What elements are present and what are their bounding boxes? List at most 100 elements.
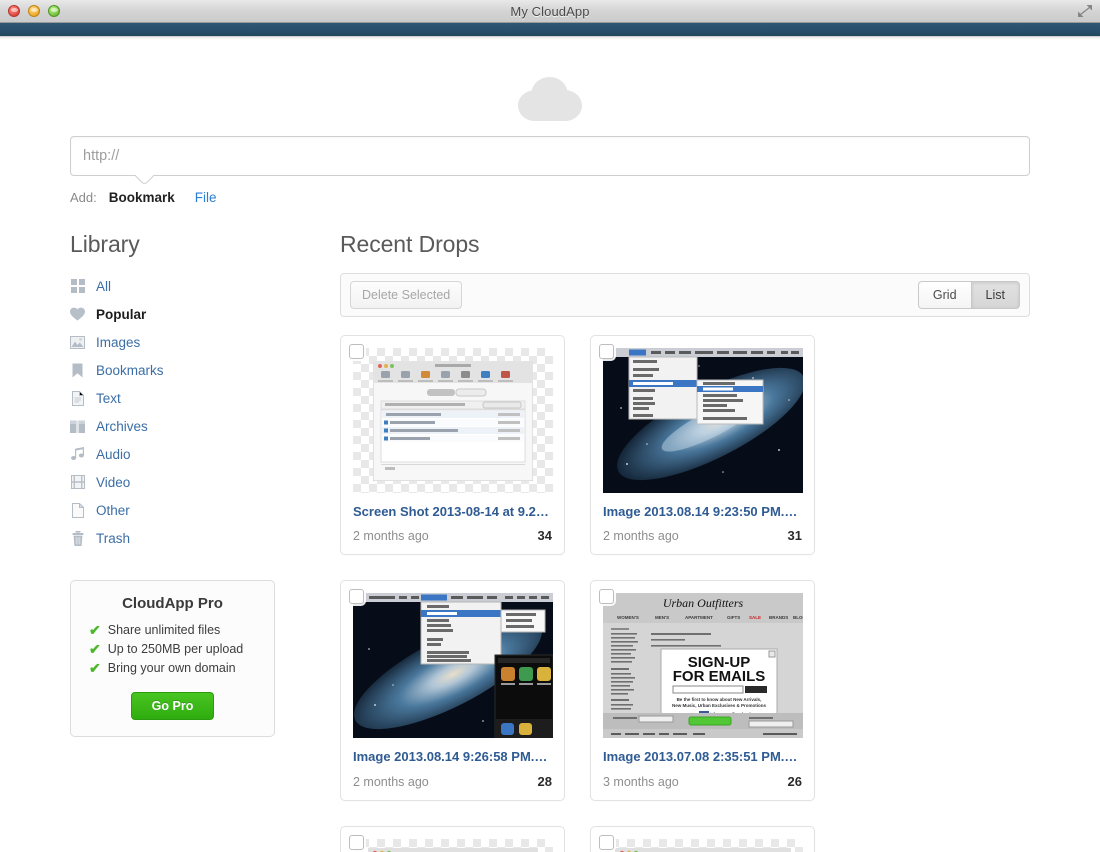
film-icon — [70, 475, 85, 490]
document-icon — [70, 391, 85, 406]
view-mode-toggle: Grid List — [918, 281, 1020, 309]
sidebar-item-other[interactable]: Other — [70, 496, 305, 524]
svg-text:Urban Outfitters: Urban Outfitters — [663, 596, 744, 610]
zoom-button[interactable] — [48, 5, 60, 17]
sidebar-item-label: Trash — [96, 531, 130, 546]
drops-grid: Screen Shot 2013-08-14 at 9.20… 2 months… — [340, 335, 1030, 852]
drop-thumbnail — [353, 348, 553, 493]
add-row: Add: Bookmark File — [0, 176, 1100, 205]
mac-software-update-window-thumb — [373, 361, 533, 481]
drop-card[interactable]: Screen Shot 2013-08-14 at 9.20… 2 months… — [340, 335, 565, 555]
sidebar-item-video[interactable]: Video — [70, 468, 305, 496]
checkmark-icon: ✔ — [89, 623, 101, 637]
pro-feature-label: Share unlimited files — [108, 623, 221, 637]
drop-checkbox[interactable] — [349, 589, 364, 604]
sidebar-heading: Library — [70, 231, 305, 258]
drop-view-count: 31 — [788, 528, 802, 543]
title-bar: My CloudApp — [0, 0, 1100, 23]
drop-title[interactable]: Screen Shot 2013-08-14 at 9.20… — [353, 504, 552, 520]
drop-checkbox[interactable] — [599, 589, 614, 604]
svg-text:FOR EMAILS: FOR EMAILS — [673, 668, 766, 685]
sidebar-item-trash[interactable]: Trash — [70, 524, 305, 552]
drop-title[interactable]: Image 2013.08.14 9:26:58 PM.png — [353, 749, 552, 765]
svg-text:APARTMENT: APARTMENT — [685, 615, 713, 620]
drop-checkbox[interactable] — [599, 835, 614, 850]
fullscreen-resize-icon[interactable] — [1077, 4, 1093, 18]
archive-icon — [70, 419, 85, 434]
pro-feature-label: Up to 250MB per upload — [108, 642, 244, 656]
sidebar-item-label: Video — [96, 475, 130, 490]
cloudapp-pro-box: CloudApp Pro ✔ Share unlimited files ✔ U… — [70, 580, 275, 737]
drop-checkbox[interactable] — [349, 835, 364, 850]
urban-outfitters-signup-modal-thumb: Urban Outfitters WOMEN'SMEN'SAPARTMENT G… — [603, 593, 803, 738]
drop-age: 3 months ago — [603, 775, 679, 789]
sidebar-item-text[interactable]: Text — [70, 384, 305, 412]
drop-thumbnail — [603, 348, 803, 493]
view-mode-list-button[interactable]: List — [971, 281, 1020, 309]
sidebar-item-all[interactable]: All — [70, 272, 305, 300]
drop-card[interactable]: Image 2013.08.14 9:23:50 PM.png 2 months… — [590, 335, 815, 555]
sidebar-item-archives[interactable]: Archives — [70, 412, 305, 440]
url-input[interactable] — [70, 136, 1030, 176]
pro-feature: ✔ Share unlimited files — [83, 623, 262, 637]
trash-icon — [70, 531, 85, 546]
add-bookmark-tab[interactable]: Bookmark — [109, 190, 175, 205]
drop-view-count: 26 — [788, 774, 802, 789]
sidebar-item-label: Archives — [96, 419, 148, 434]
traffic-lights — [8, 5, 60, 17]
add-label: Add: — [70, 190, 97, 205]
drop-view-count: 34 — [538, 528, 552, 543]
window-title: My CloudApp — [0, 4, 1100, 19]
drop-meta: 2 months ago 31 — [603, 528, 802, 543]
heart-icon — [70, 307, 85, 322]
add-file-tab[interactable]: File — [195, 190, 217, 205]
bookmark-icon — [70, 363, 85, 378]
svg-text:New Music, Urban Exclusives &: New Music, Urban Exclusives & Promotions — [672, 703, 767, 708]
drop-age: 2 months ago — [603, 529, 679, 543]
minimize-button[interactable] — [28, 5, 40, 17]
sidebar-item-label: Bookmarks — [96, 363, 164, 378]
sidebar-item-label: All — [96, 279, 111, 294]
drop-card[interactable]: Image 2013.08.14 10:21:48 PM.… 2 months … — [340, 826, 565, 852]
body-columns: Library All Popular — [0, 205, 1100, 852]
drops-toolbar: Delete Selected Grid List — [340, 273, 1030, 317]
android-sdk-manager-thumb — [615, 848, 791, 852]
svg-text:GIFTS: GIFTS — [727, 615, 740, 620]
close-button[interactable] — [8, 5, 20, 17]
cloud-icon — [518, 77, 582, 122]
go-pro-button[interactable]: Go Pro — [131, 692, 215, 720]
drop-title[interactable]: Image 2013.08.14 9:23:50 PM.png — [603, 504, 802, 520]
view-mode-grid-button[interactable]: Grid — [918, 281, 971, 309]
svg-text:MEN'S: MEN'S — [655, 615, 669, 620]
url-row — [0, 136, 1100, 176]
page-title: Recent Drops — [340, 231, 1030, 258]
svg-text:BLOG: BLOG — [793, 615, 803, 620]
sidebar: Library All Popular — [70, 231, 305, 852]
sidebar-item-popular[interactable]: Popular — [70, 300, 305, 328]
sidebar-item-images[interactable]: Images — [70, 328, 305, 356]
mac-desktop-galaxy-menu-thumb — [603, 348, 803, 493]
drop-age: 2 months ago — [353, 529, 429, 543]
svg-text:SALE: SALE — [749, 615, 761, 620]
grid-icon — [70, 279, 85, 294]
sidebar-item-audio[interactable]: Audio — [70, 440, 305, 468]
drop-meta: 2 months ago 28 — [353, 774, 552, 789]
android-virtual-device-manager-thumb — [368, 848, 538, 852]
drop-thumbnail — [603, 839, 803, 852]
drop-age: 2 months ago — [353, 775, 429, 789]
drop-checkbox[interactable] — [349, 344, 364, 359]
sidebar-item-bookmarks[interactable]: Bookmarks — [70, 356, 305, 384]
music-note-icon — [70, 447, 85, 462]
drop-card[interactable]: Image 2013.08.14 9:26:58 PM.png 2 months… — [340, 580, 565, 800]
drop-card[interactable]: Urban Outfitters WOMEN'SMEN'SAPARTMENT G… — [590, 580, 815, 800]
checkmark-icon: ✔ — [89, 642, 101, 656]
delete-selected-button[interactable]: Delete Selected — [350, 281, 462, 309]
drop-title[interactable]: Image 2013.07.08 2:35:51 PM.png — [603, 749, 802, 765]
sidebar-item-label: Text — [96, 391, 121, 406]
logo-area — [0, 40, 1100, 136]
page-icon — [70, 503, 85, 518]
pro-feature: ✔ Bring your own domain — [83, 661, 262, 675]
drop-checkbox[interactable] — [599, 344, 614, 359]
drop-thumbnail: Urban Outfitters WOMEN'SMEN'SAPARTMENT G… — [603, 593, 803, 738]
drop-card[interactable]: Image 2013.08.14 10:07:05 PM.… 2 months … — [590, 826, 815, 852]
